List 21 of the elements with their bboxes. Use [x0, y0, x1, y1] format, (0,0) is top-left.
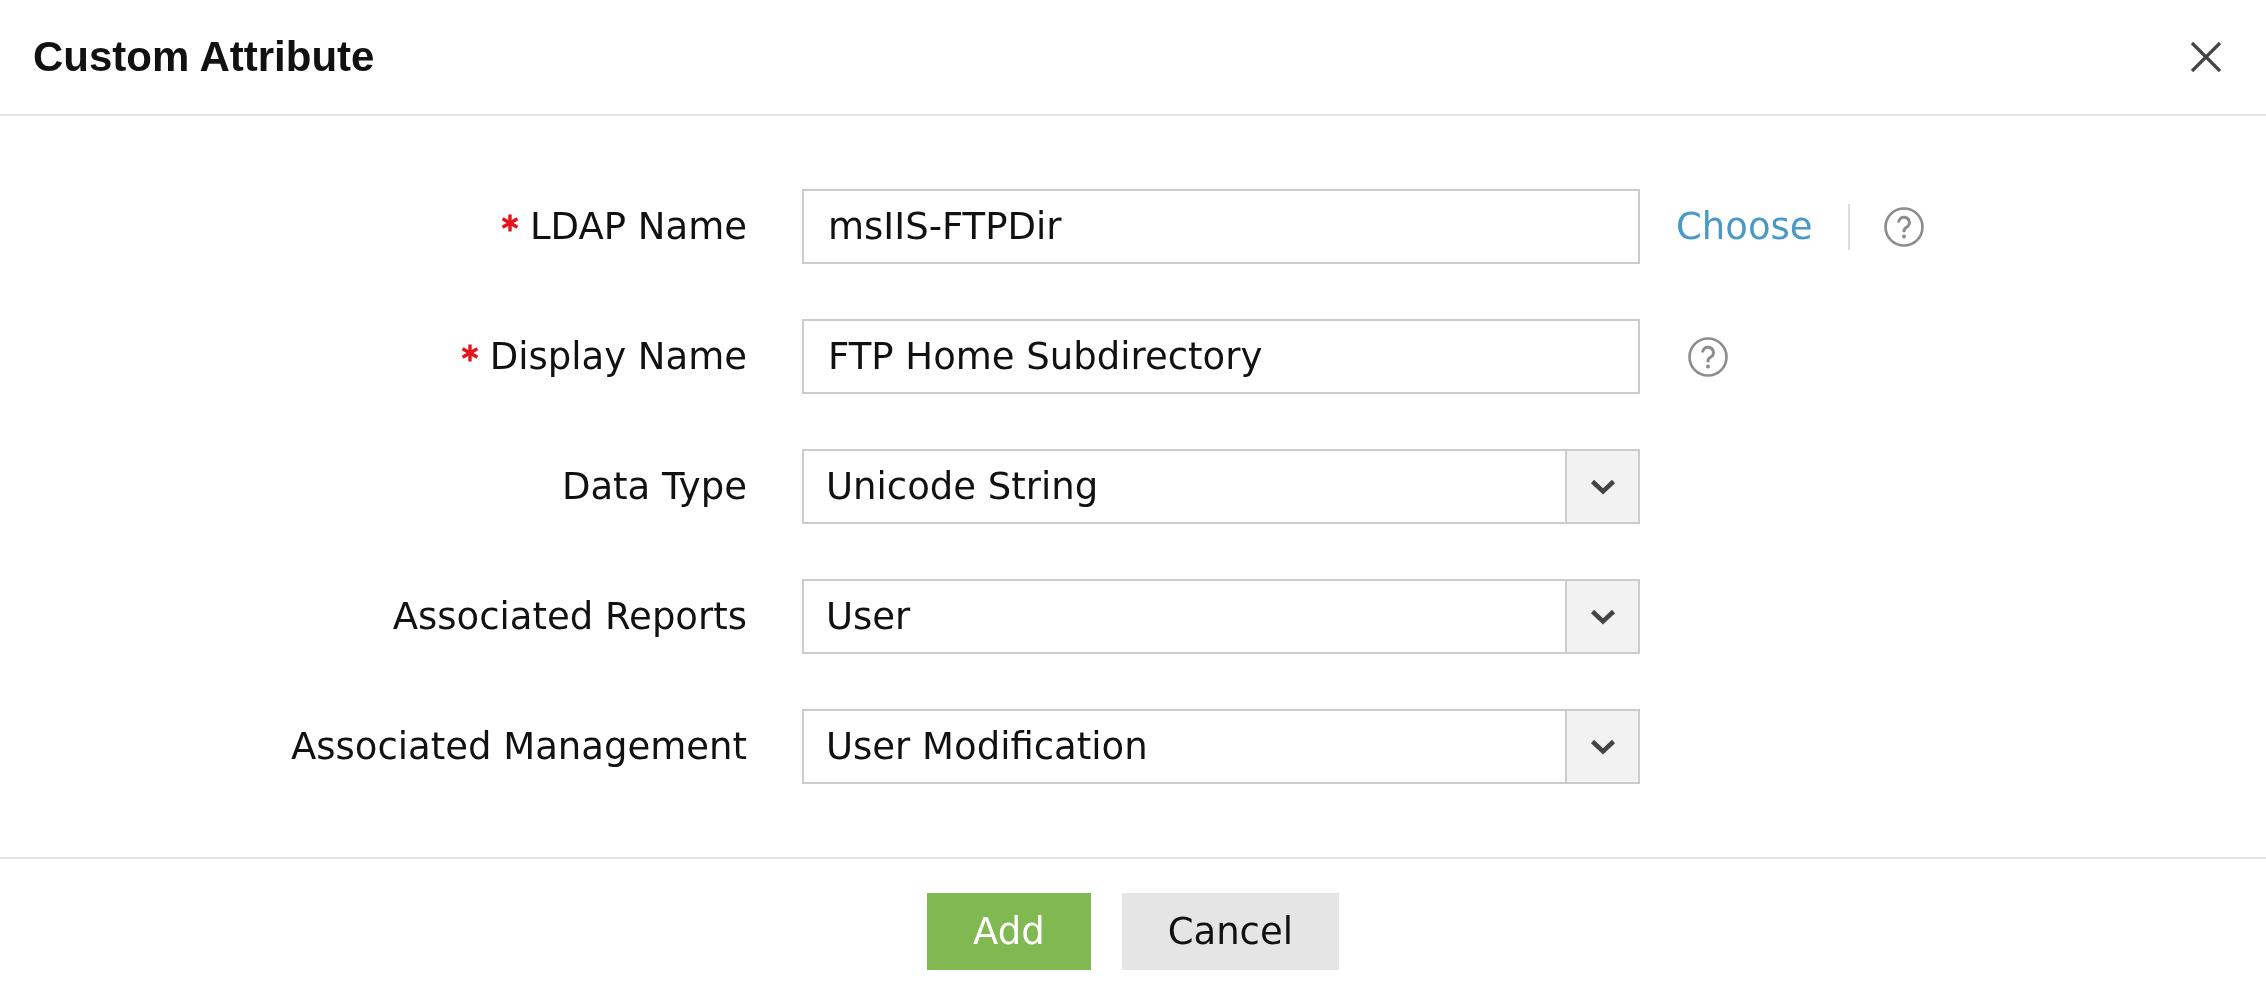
- help-icon[interactable]: [1883, 206, 1924, 247]
- dropdown-toggle[interactable]: [1565, 581, 1638, 652]
- field-label: Associated Reports: [392, 598, 747, 635]
- chevron-down-icon: [1589, 478, 1616, 495]
- chevron-down-icon: [1589, 738, 1616, 755]
- field-label: Data Type: [561, 468, 747, 505]
- text-field[interactable]: msIIS-FTPDir: [802, 189, 1640, 264]
- text-field[interactable]: FTP Home Subdirectory: [802, 319, 1640, 394]
- help-icon[interactable]: [1688, 336, 1728, 377]
- field-label: Associated Management: [290, 728, 747, 765]
- field-label: LDAP Name: [530, 208, 747, 245]
- cancel-button[interactable]: Cancel: [1121, 893, 1339, 970]
- close-icon[interactable]: [2190, 41, 2222, 73]
- field-label: Display Name: [489, 338, 747, 375]
- dropdown-toggle[interactable]: [1565, 711, 1638, 782]
- dialog-title: Custom Attribute: [33, 36, 375, 78]
- dropdown-toggle[interactable]: [1565, 451, 1638, 522]
- chevron-down-icon: [1589, 608, 1616, 625]
- dropdown[interactable]: User: [802, 579, 1640, 654]
- dropdown[interactable]: Unicode String: [802, 449, 1640, 524]
- dropdown[interactable]: User Modification: [802, 709, 1640, 784]
